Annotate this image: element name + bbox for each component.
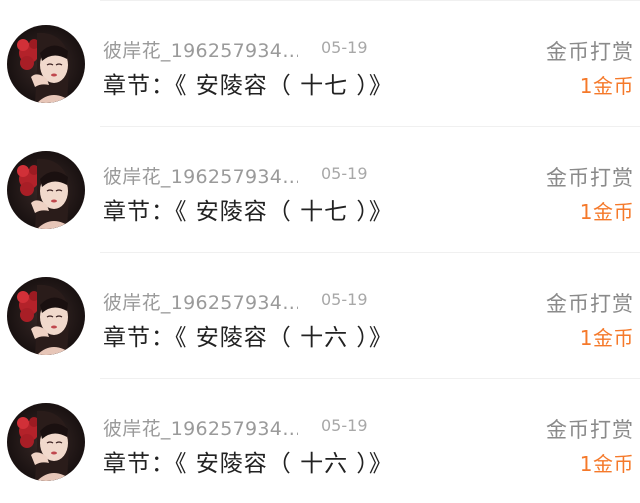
record-date: 05-19 <box>321 416 368 435</box>
user-avatar-icon[interactable] <box>7 277 85 355</box>
chapter-title: 章节：《 安陵容（ 十六 ）》 <box>103 451 393 477</box>
row-divider <box>100 126 640 127</box>
reward-type-label: 金币打赏 <box>546 292 634 316</box>
reward-type-label: 金币打赏 <box>546 418 634 442</box>
list-item[interactable]: 彼岸花_196257934… 05-19 章节：《 安陵容（ 十六 ）》 金币打… <box>0 378 640 503</box>
reward-record-list: 彼岸花_196257934… 05-19 章节：《 安陵容（ 十七 ）》 金币打… <box>0 0 640 501</box>
user-avatar-icon[interactable] <box>7 151 85 229</box>
list-item[interactable]: 彼岸花_196257934… 05-19 章节：《 安陵容（ 十七 ）》 金币打… <box>0 0 640 125</box>
reward-amount: 1金币 <box>579 200 634 224</box>
username: 彼岸花_196257934… <box>103 418 298 440</box>
list-item[interactable]: 彼岸花_196257934… 05-19 章节：《 安陵容（ 十七 ）》 金币打… <box>0 126 640 251</box>
chapter-title: 章节：《 安陵容（ 十六 ）》 <box>103 325 393 351</box>
list-item[interactable]: 彼岸花_196257934… 05-19 章节：《 安陵容（ 十六 ）》 金币打… <box>0 252 640 377</box>
reward-amount: 1金币 <box>579 74 634 98</box>
row-divider <box>100 0 640 1</box>
record-date: 05-19 <box>321 164 368 183</box>
record-date: 05-19 <box>321 38 368 57</box>
chapter-title: 章节：《 安陵容（ 十七 ）》 <box>103 73 393 99</box>
record-date: 05-19 <box>321 290 368 309</box>
row-divider <box>100 378 640 379</box>
reward-amount: 1金币 <box>579 452 634 476</box>
row-divider <box>100 252 640 253</box>
reward-type-label: 金币打赏 <box>546 166 634 190</box>
reward-type-label: 金币打赏 <box>546 40 634 64</box>
reward-amount: 1金币 <box>579 326 634 350</box>
user-avatar-icon[interactable] <box>7 25 85 103</box>
chapter-title: 章节：《 安陵容（ 十七 ）》 <box>103 199 393 225</box>
user-avatar-icon[interactable] <box>7 403 85 481</box>
username: 彼岸花_196257934… <box>103 292 298 314</box>
username: 彼岸花_196257934… <box>103 40 298 62</box>
username: 彼岸花_196257934… <box>103 166 298 188</box>
